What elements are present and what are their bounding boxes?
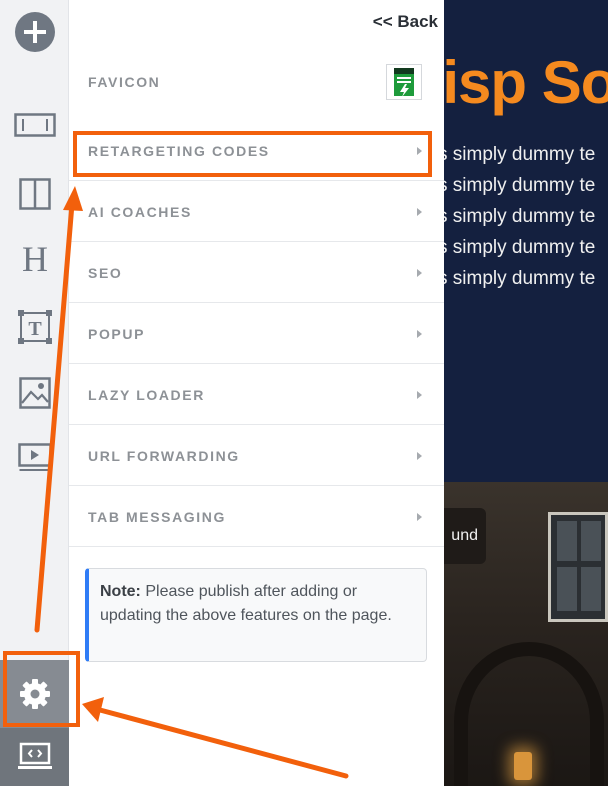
chevron-right-icon [417,512,422,521]
page-preview: risp So s simply dummy te s simply dummy… [444,0,608,786]
settings-panel: << Back FAVICON RETARGETING CODES AI COA… [69,0,444,786]
menu-item-label: LAZY LOADER [88,386,205,403]
menu-item-label: POPUP [88,325,146,342]
hero-text-line: s simply dummy te [444,175,596,196]
back-link[interactable]: << Back [373,12,438,32]
menu-item-url-forwarding[interactable]: URL FORWARDING [69,426,444,486]
menu-item-popup[interactable]: POPUP [69,304,444,364]
video-icon [17,443,52,471]
hero-text-line: s simply dummy te [444,144,596,165]
menu-item-label: SEO [88,264,123,281]
lamp-graphic [514,752,532,780]
preview-icon [17,742,52,769]
hero-title: risp So [444,49,608,116]
add-icon [14,12,55,52]
chevron-right-icon [417,390,422,399]
code-preview-button[interactable] [0,728,69,786]
heading-button[interactable]: H [0,238,69,278]
note-text: Please publish after adding or updating … [100,583,392,624]
menu-item-label: FAVICON [88,74,161,90]
note-title: Note: [100,583,141,600]
text-icon: T [17,310,52,344]
menu-item-label: AI COACHES [88,203,192,220]
video-button[interactable] [0,440,69,476]
section-icon [13,113,56,137]
section-button[interactable] [0,108,69,142]
svg-text:T: T [28,318,42,340]
hero-text-line: s simply dummy te [444,237,596,258]
window-graphic [548,512,608,622]
chevron-right-icon [417,329,422,338]
menu-item-label: URL FORWARDING [88,447,240,464]
image-icon [18,377,51,409]
svg-text:H: H [22,240,48,276]
favicon-thumbnail[interactable] [386,64,422,100]
menu-item-seo[interactable]: SEO [69,243,444,303]
menu-item-favicon[interactable]: FAVICON [69,52,444,112]
menu-item-label: TAB MESSAGING [88,508,226,525]
columns-button[interactable] [0,176,69,212]
hero-section: risp So s simply dummy te s simply dummy… [444,0,608,482]
settings-highlight-box [3,651,80,727]
hero-text-line: s simply dummy te [444,268,596,289]
chevron-right-icon [417,451,422,460]
add-element-button[interactable] [0,12,69,52]
columns-icon [18,178,51,210]
menu-item-ai-coaches[interactable]: AI COACHES [69,182,444,242]
hero-button[interactable]: und [444,508,486,564]
background-photo: und [444,482,608,786]
image-button[interactable] [0,374,69,412]
hero-text-line: s simply dummy te [444,206,596,227]
retargeting-highlight-box [73,131,432,177]
chevron-right-icon [417,207,422,216]
chevron-right-icon [417,268,422,277]
publish-note: Note: Please publish after adding or upd… [85,568,427,662]
favicon-image [394,68,414,97]
text-button[interactable]: T [0,308,69,346]
menu-item-tab-messaging[interactable]: TAB MESSAGING [69,487,444,547]
heading-icon: H [22,240,48,276]
menu-item-lazy-loader[interactable]: LAZY LOADER [69,365,444,425]
